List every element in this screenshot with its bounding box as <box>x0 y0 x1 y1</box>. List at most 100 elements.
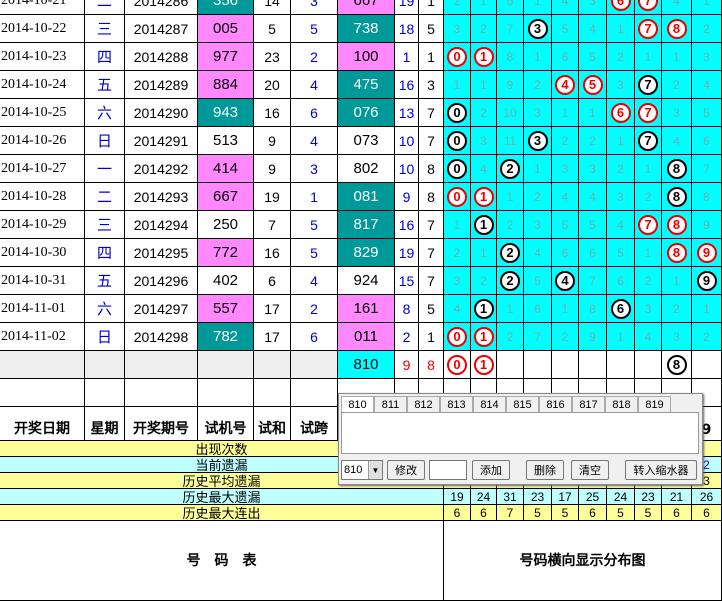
cell-text: 2 <box>402 328 411 345</box>
empty-cell <box>0 351 85 379</box>
cell-text: 四 <box>96 244 112 262</box>
cell-text: 5 <box>427 300 435 317</box>
hit-ball-black: 8 <box>666 186 687 207</box>
row-draw-span: 1 <box>419 323 444 351</box>
hit-ball-red: 0 <box>447 326 467 347</box>
cell-text: 2014-10-30 <box>1 244 67 260</box>
number-tab[interactable]: 813 <box>440 396 473 412</box>
dist-cell: 7 <box>579 267 607 295</box>
modify-button[interactable]: 修改 <box>387 460 425 480</box>
dist-cell: 1 <box>607 323 635 351</box>
dist-cell: 8 <box>662 155 692 183</box>
cell-text: 1 <box>561 105 569 120</box>
number-tab[interactable]: 814 <box>473 396 506 412</box>
hit-ball-red: 1 <box>473 186 494 207</box>
cell-text: 4 <box>310 272 318 289</box>
number-tab[interactable]: 818 <box>605 396 638 412</box>
number-tab[interactable]: 816 <box>539 396 572 412</box>
hit-ball-black: 3 <box>527 18 548 39</box>
number-input[interactable] <box>429 460 467 480</box>
clear-button[interactable]: 清空 <box>571 460 609 480</box>
dist-cell: 1 <box>552 295 579 323</box>
cell-text: 1 <box>534 49 541 64</box>
cell-text: 414 <box>212 160 239 177</box>
cell-text: 6 <box>589 505 596 520</box>
hit-ball-red: 1 <box>473 46 494 67</box>
row-draw-number: 924 <box>338 267 395 295</box>
dist-cell: 0 <box>444 323 471 351</box>
row-draw-number: 738 <box>338 15 395 43</box>
cell-text: 6 <box>534 301 541 316</box>
row-draw-span: 7 <box>419 99 444 127</box>
dist-cell: 9 <box>692 211 722 239</box>
stat-value: 23 <box>524 489 552 505</box>
dist-cell: 2 <box>552 127 579 155</box>
row-draw-sum: 13 <box>395 99 419 127</box>
number-tab[interactable]: 819 <box>638 396 671 412</box>
row-trial-span: 6 <box>291 323 338 351</box>
trend-table: 2014-10-21 二 2014286 356 14 3 667 19 1 2 1 6 1 4 3 6 7 4 1… <box>0 0 722 601</box>
cell-text: 2014288 <box>133 48 189 65</box>
number-tab[interactable]: 811 <box>374 396 407 412</box>
row-trial-span: 4 <box>291 267 338 295</box>
row-date: 2014-10-21 <box>0 0 85 15</box>
cell-text: 3 <box>703 473 710 488</box>
number-tab[interactable]: 812 <box>407 396 440 412</box>
cell-text: 5 <box>589 217 596 232</box>
dist-cell: 2 <box>552 323 579 351</box>
row-draw-sum: 16 <box>395 211 419 239</box>
cell-text: 7 <box>427 132 435 149</box>
dist-cell: 5 <box>579 43 607 71</box>
stat-value: 7 <box>497 505 524 521</box>
hit-ball-red: 7 <box>638 102 658 123</box>
cell-text: 4 <box>561 189 569 204</box>
cell-text: 2014-10-31 <box>1 272 67 288</box>
cell-text: 3 <box>617 77 624 92</box>
cell-text: 四 <box>96 48 112 66</box>
hit-ball-black: 8 <box>666 354 687 375</box>
cell-text: 2 <box>703 21 710 36</box>
cell-text: 557 <box>212 300 239 317</box>
row-draw-number: 817 <box>338 211 395 239</box>
dist-cell: 2 <box>471 15 497 43</box>
row-weekday: 一 <box>85 155 125 183</box>
cell-text: 076 <box>353 104 379 121</box>
cell-text: 7 <box>268 216 276 233</box>
cell-text: 13 <box>398 104 415 121</box>
shrink-transfer-button[interactable]: 转入缩水器 <box>625 460 697 480</box>
hit-ball-red: 8 <box>666 18 687 39</box>
dist-cell: 2 <box>497 267 524 295</box>
blank-cell <box>85 379 125 407</box>
delete-button[interactable]: 删除 <box>526 460 564 480</box>
cell-text: 7 <box>589 273 596 288</box>
row-draw-sum: 18 <box>395 15 419 43</box>
row-trial-sum: 19 <box>254 183 291 211</box>
hit-ball-red: 1 <box>473 354 494 375</box>
number-tab[interactable]: 810 <box>341 396 374 412</box>
dist-cell: 3 <box>662 99 692 127</box>
footer-left: 号 码 表 <box>0 521 444 601</box>
number-tab[interactable]: 815 <box>506 396 539 412</box>
dist-cell: 1 <box>471 0 497 15</box>
cell-text: 6 <box>589 245 596 260</box>
number-combo[interactable]: 810 ▼ <box>341 460 383 480</box>
row-weekday: 四 <box>85 43 125 71</box>
cell-text: 24 <box>476 489 491 504</box>
cell-text: 2 <box>453 0 461 8</box>
blank-cell <box>291 379 338 407</box>
cell-text: 6 <box>310 328 318 345</box>
hit-ball-black: 1 <box>473 298 494 319</box>
chevron-down-icon[interactable]: ▼ <box>368 461 382 479</box>
cell-text: 历史最大遗漏 <box>182 491 261 505</box>
cell-text: 5 <box>427 20 435 37</box>
add-button[interactable]: 添加 <box>472 460 510 480</box>
number-list-area[interactable] <box>341 412 699 454</box>
dist-cell: 7 <box>635 99 662 127</box>
cell-text: 5 <box>617 245 624 260</box>
row-date: 2014-10-30 <box>0 239 85 267</box>
cell-text: 8 <box>427 356 435 373</box>
cell-text: 2 <box>617 49 624 64</box>
row-draw-sum: 2 <box>395 323 419 351</box>
number-tab[interactable]: 817 <box>572 396 605 412</box>
hit-ball-black: 6 <box>610 298 631 319</box>
